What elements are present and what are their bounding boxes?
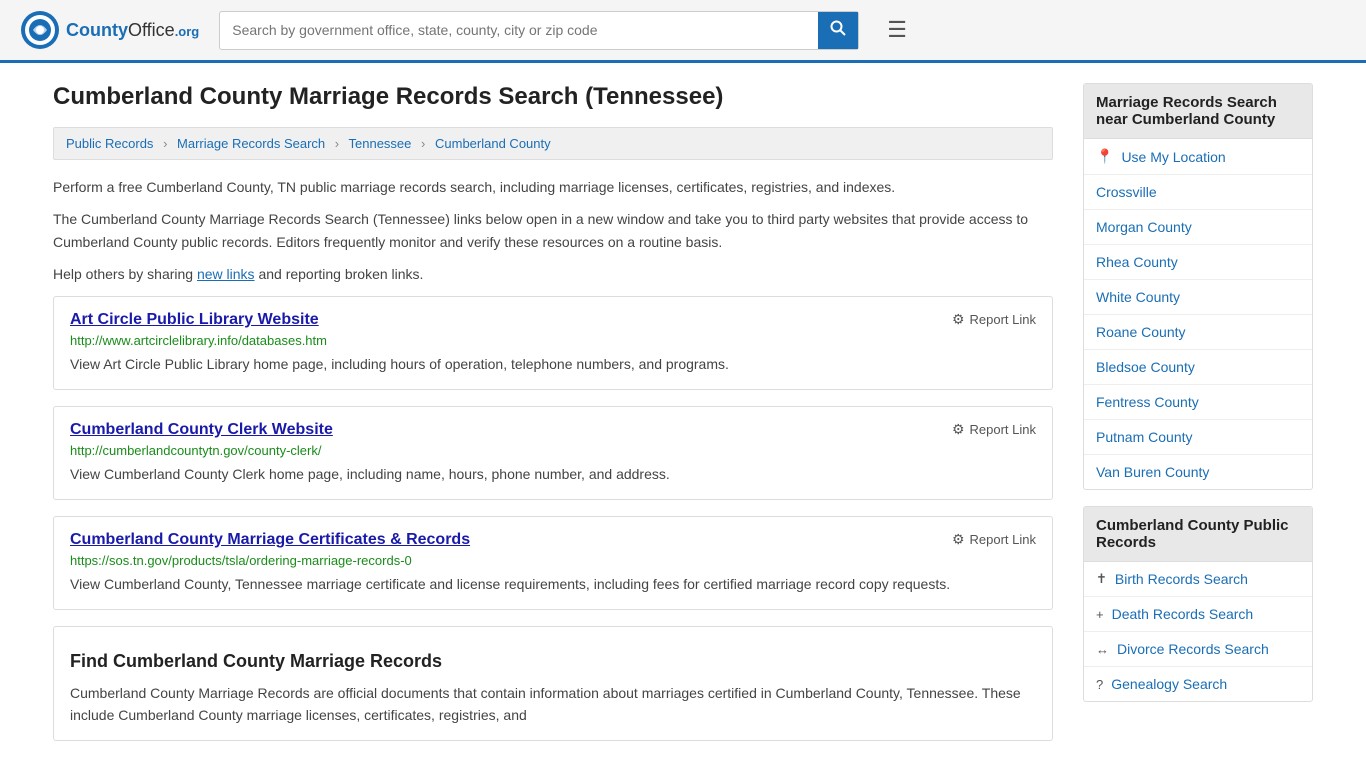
sidebar-public-records-section: Cumberland County Public Records ✝ Birth… (1083, 506, 1313, 702)
main-container: Cumberland County Marriage Records Searc… (33, 63, 1333, 777)
breadcrumb: Public Records › Marriage Records Search… (53, 127, 1053, 160)
public-record-death[interactable]: + Death Records Search (1084, 597, 1312, 632)
sidebar-nearby-section: Marriage Records Search near Cumberland … (1083, 83, 1313, 490)
nearby-item-bledsoe[interactable]: Bledsoe County (1084, 350, 1312, 385)
hamburger-button[interactable]: ☰ (879, 13, 915, 47)
birth-label: Birth Records Search (1115, 571, 1248, 587)
birth-icon: ✝ (1096, 571, 1107, 587)
use-location-label: Use My Location (1121, 149, 1225, 165)
result-desc-1: View Art Circle Public Library home page… (70, 354, 1036, 375)
logo-link[interactable]: CountyOffice.org (20, 10, 199, 50)
nearby-list: Crossville Morgan County Rhea County Whi… (1084, 175, 1312, 489)
breadcrumb-sep-3: › (421, 136, 425, 151)
find-section-text: Cumberland County Marriage Records are o… (70, 682, 1036, 727)
report-icon-3: ⚙ (952, 531, 965, 548)
report-link-3[interactable]: ⚙ Report Link (952, 531, 1036, 548)
find-section: Find Cumberland County Marriage Records … (53, 626, 1053, 742)
result-item-2: Cumberland County Clerk Website ⚙ Report… (53, 406, 1053, 500)
find-section-heading: Find Cumberland County Marriage Records (70, 641, 1036, 672)
result-desc-2: View Cumberland County Clerk home page, … (70, 464, 1036, 485)
report-label-1: Report Link (970, 312, 1036, 327)
intro-paragraph-1: Perform a free Cumberland County, TN pub… (53, 176, 1053, 198)
breadcrumb-sep-1: › (163, 136, 167, 151)
nearby-item-rhea[interactable]: Rhea County (1084, 245, 1312, 280)
death-icon: + (1096, 607, 1104, 622)
sidebar: Marriage Records Search near Cumberland … (1083, 83, 1313, 757)
search-bar (219, 11, 859, 50)
content-area: Cumberland County Marriage Records Searc… (53, 83, 1053, 757)
new-links-link[interactable]: new links (197, 266, 255, 282)
divorce-icon: ↔ (1096, 642, 1109, 657)
public-records-list: ✝ Birth Records Search + Death Records S… (1084, 562, 1312, 701)
breadcrumb-cumberland-county[interactable]: Cumberland County (435, 136, 551, 151)
search-icon (830, 20, 846, 36)
nearby-item-white[interactable]: White County (1084, 280, 1312, 315)
report-label-2: Report Link (970, 422, 1036, 437)
divorce-label: Divorce Records Search (1117, 641, 1269, 657)
breadcrumb-marriage-records[interactable]: Marriage Records Search (177, 136, 325, 151)
use-my-location[interactable]: 📍 Use My Location (1084, 139, 1312, 175)
breadcrumb-sep-2: › (335, 136, 339, 151)
intro-paragraph-2: The Cumberland County Marriage Records S… (53, 208, 1053, 253)
sidebar-nearby-title: Marriage Records Search near Cumberland … (1084, 84, 1312, 139)
nearby-item-roane[interactable]: Roane County (1084, 315, 1312, 350)
nearby-item-fentress[interactable]: Fentress County (1084, 385, 1312, 420)
search-input[interactable] (220, 14, 818, 46)
report-link-2[interactable]: ⚙ Report Link (952, 421, 1036, 438)
breadcrumb-tennessee[interactable]: Tennessee (349, 136, 412, 151)
public-record-divorce[interactable]: ↔ Divorce Records Search (1084, 632, 1312, 667)
nearby-item-vanburen[interactable]: Van Buren County (1084, 455, 1312, 489)
result-title-1[interactable]: Art Circle Public Library Website (70, 311, 319, 329)
result-header-1: Art Circle Public Library Website ⚙ Repo… (70, 311, 1036, 329)
report-icon-2: ⚙ (952, 421, 965, 438)
logo-text: CountyOffice.org (66, 20, 199, 41)
result-url-3[interactable]: https://sos.tn.gov/products/tsla/orderin… (70, 553, 1036, 568)
result-desc-3: View Cumberland County, Tennessee marria… (70, 574, 1036, 595)
genealogy-label: Genealogy Search (1111, 676, 1227, 692)
result-title-3[interactable]: Cumberland County Marriage Certificates … (70, 531, 470, 549)
sidebar-public-records-title: Cumberland County Public Records (1084, 507, 1312, 562)
page-title: Cumberland County Marriage Records Searc… (53, 83, 1053, 111)
result-title-2[interactable]: Cumberland County Clerk Website (70, 421, 333, 439)
result-item-1: Art Circle Public Library Website ⚙ Repo… (53, 296, 1053, 390)
nearby-item-morgan[interactable]: Morgan County (1084, 210, 1312, 245)
result-url-2[interactable]: http://cumberlandcountytn.gov/county-cle… (70, 443, 1036, 458)
intro-paragraph-3: Help others by sharing new links and rep… (53, 263, 1053, 285)
result-url-1[interactable]: http://www.artcirclelibrary.info/databas… (70, 333, 1036, 348)
search-button[interactable] (818, 12, 858, 49)
logo-icon (20, 10, 60, 50)
death-label: Death Records Search (1112, 606, 1254, 622)
public-record-birth[interactable]: ✝ Birth Records Search (1084, 562, 1312, 597)
report-icon-1: ⚙ (952, 311, 965, 328)
breadcrumb-public-records[interactable]: Public Records (66, 136, 153, 151)
result-header-3: Cumberland County Marriage Certificates … (70, 531, 1036, 549)
nearby-item-putnam[interactable]: Putnam County (1084, 420, 1312, 455)
result-header-2: Cumberland County Clerk Website ⚙ Report… (70, 421, 1036, 439)
public-record-genealogy[interactable]: ? Genealogy Search (1084, 667, 1312, 701)
report-label-3: Report Link (970, 532, 1036, 547)
result-item-3: Cumberland County Marriage Certificates … (53, 516, 1053, 610)
report-link-1[interactable]: ⚙ Report Link (952, 311, 1036, 328)
nearby-item-crossville[interactable]: Crossville (1084, 175, 1312, 210)
genealogy-icon: ? (1096, 677, 1103, 692)
location-icon: 📍 (1096, 148, 1113, 165)
site-header: CountyOffice.org ☰ (0, 0, 1366, 63)
